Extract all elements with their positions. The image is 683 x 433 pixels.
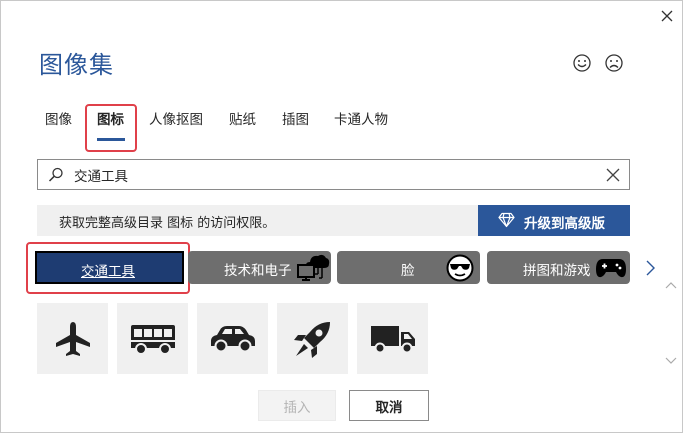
category-faces[interactable]: 脸: [337, 251, 480, 284]
icon-tile-airplane[interactable]: [37, 303, 108, 374]
dialog-title: 图像集: [39, 51, 114, 79]
upgrade-button-label: 升级到高级版: [524, 216, 605, 232]
tab-illustrations[interactable]: 插图: [282, 104, 309, 138]
tab-cutout-people[interactable]: 人像抠图: [149, 104, 203, 138]
icon-tile-bus[interactable]: [117, 303, 188, 374]
frowny-face-icon[interactable]: [604, 53, 624, 73]
insert-button[interactable]: 插入: [258, 390, 336, 421]
clear-icon[interactable]: [605, 167, 621, 183]
icon-gallery-dialog: 图像集 图像 图标 人像抠图 贴纸 插图 卡通人物 获取完整高级目录 图标 的访…: [0, 0, 683, 433]
upgrade-button[interactable]: 升级到高级版: [478, 205, 630, 236]
chevron-right-icon[interactable]: [643, 259, 657, 277]
scroll-up-icon[interactable]: [665, 275, 677, 289]
icon-tile-car[interactable]: [197, 303, 268, 374]
sunglasses-face-icon: [446, 254, 474, 286]
search-input[interactable]: [74, 164, 594, 186]
category-label: 拼图和游戏: [523, 263, 591, 279]
smiley-face-icon[interactable]: [572, 53, 592, 73]
gamepad-icon: [595, 257, 627, 283]
category-puzzles-games[interactable]: 拼图和游戏: [487, 251, 630, 284]
search-icon: [47, 166, 65, 184]
scroll-down-icon[interactable]: [665, 351, 677, 364]
cloud-device-icon: [296, 252, 330, 286]
tab-stickers[interactable]: 贴纸: [229, 104, 256, 138]
category-label: 技术和电子: [224, 263, 292, 279]
cancel-button[interactable]: 取消: [349, 390, 429, 421]
search-box: [37, 159, 630, 190]
diamond-icon: [498, 212, 515, 228]
tab-images[interactable]: 图像: [45, 104, 72, 138]
category-highlight-box: [26, 242, 190, 294]
icon-tile-rocket[interactable]: [277, 303, 348, 374]
close-icon[interactable]: [657, 6, 677, 26]
icon-tile-truck[interactable]: [357, 303, 428, 374]
category-tech-electronics[interactable]: 技术和电子: [188, 251, 331, 284]
category-label: 脸: [401, 263, 415, 279]
tab-cartoon-people[interactable]: 卡通人物: [334, 104, 388, 138]
tab-highlight-box: [85, 104, 137, 152]
premium-message: 获取完整高级目录 图标 的访问权限。: [59, 216, 276, 231]
